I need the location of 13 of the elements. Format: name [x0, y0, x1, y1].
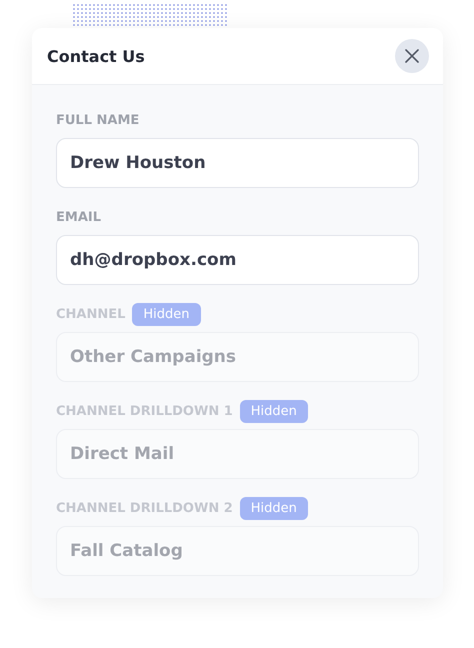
hidden-badge: Hidden: [132, 302, 201, 326]
input-field[interactable]: dh@dropbox.com: [56, 235, 419, 285]
field-label: EMAIL: [56, 210, 101, 224]
hidden-badge: Hidden: [240, 400, 308, 422]
close-icon: [405, 49, 419, 63]
input-field[interactable]: Fall Catalog: [56, 526, 419, 576]
field-label: FULL NAME: [56, 112, 140, 128]
dialog-title: Contact Us: [47, 46, 145, 66]
close-button[interactable]: [395, 39, 429, 73]
input-field[interactable]: Drew Houston: [56, 138, 419, 188]
hidden-badge: Hidden: [240, 496, 308, 520]
input-field[interactable]: Direct Mail: [56, 429, 419, 479]
input-field[interactable]: Other Campaigns: [56, 332, 419, 382]
